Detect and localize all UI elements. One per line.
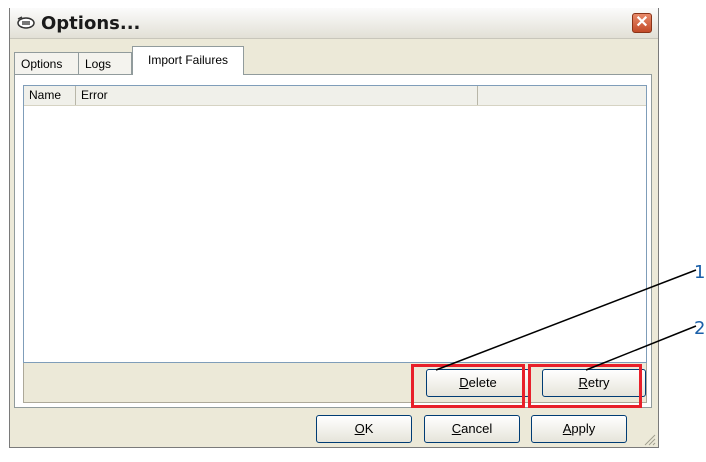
dialog-footer: OK Cancel Apply	[10, 408, 658, 448]
title-bar[interactable]: Options... ✕	[10, 8, 658, 39]
failures-list[interactable]: Name Error	[23, 85, 647, 363]
column-error-label: Error	[81, 88, 108, 102]
tab-logs-label: Logs	[85, 57, 112, 71]
ok-mnemonic: O	[354, 421, 365, 436]
close-button[interactable]: ✕	[632, 13, 652, 33]
callout-2: 2	[694, 318, 706, 339]
list-header: Name Error	[24, 86, 646, 106]
options-icon	[17, 16, 35, 29]
cancel-button[interactable]: Cancel	[424, 415, 520, 443]
close-icon: ✕	[635, 14, 649, 31]
tab-logs[interactable]: Logs	[78, 52, 132, 74]
callout-1: 1	[694, 262, 706, 283]
dialog-title: Options...	[41, 13, 141, 34]
tab-import-failures[interactable]: Import Failures	[132, 46, 244, 75]
ok-label: K	[364, 421, 374, 436]
cancel-mnemonic: C	[451, 421, 462, 436]
column-header-error[interactable]: Error	[76, 86, 478, 105]
delete-highlight-box	[411, 364, 525, 408]
column-name-label: Name	[29, 88, 62, 102]
cancel-label: ancel	[461, 421, 493, 436]
import-failures-panel: Name Error Delete Retry	[14, 74, 652, 408]
tab-options-label: Options	[21, 57, 63, 71]
tab-options[interactable]: Options	[14, 52, 79, 74]
retry-highlight-box	[528, 364, 642, 408]
apply-label: pply	[571, 421, 596, 436]
column-header-name[interactable]: Name	[24, 86, 76, 105]
apply-button[interactable]: Apply	[531, 415, 627, 443]
column-header-extra[interactable]	[478, 86, 646, 105]
resize-grip-icon[interactable]	[642, 432, 656, 446]
ok-button[interactable]: OK	[316, 415, 412, 443]
tab-import-failures-label: Import Failures	[147, 53, 229, 67]
